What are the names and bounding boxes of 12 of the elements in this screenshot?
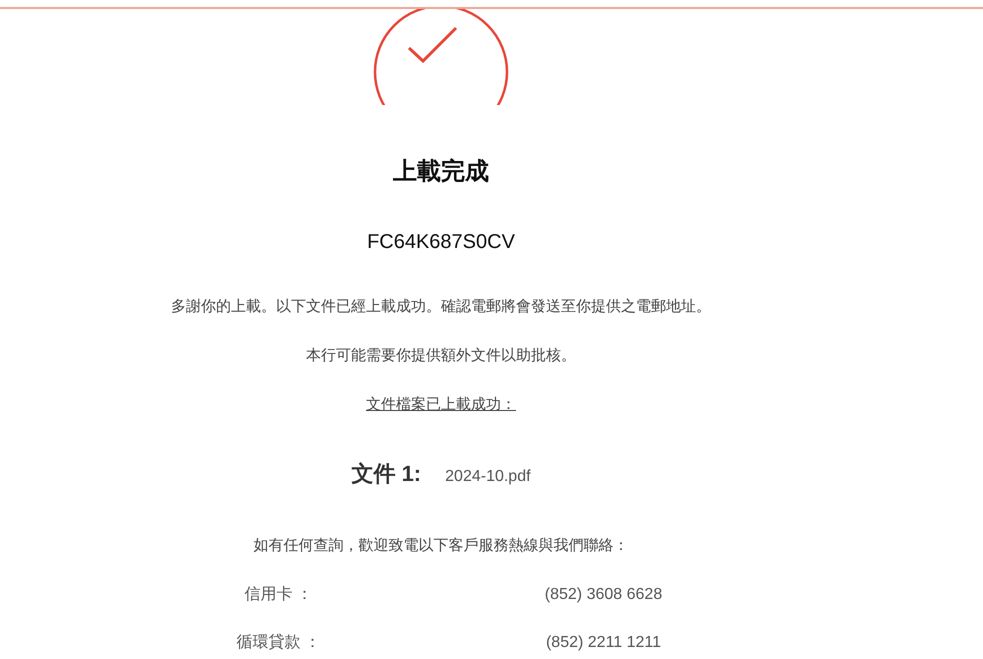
reference-number: FC64K687S0CV	[367, 230, 515, 255]
phone-number: (852) 2211 1211	[546, 634, 662, 651]
message-text: 多謝你的上載。以下文件已經上載成功。確認電郵將會發送至你提供之電郵地址。	[171, 297, 711, 317]
hotline-label: 信用卡 ：	[244, 586, 313, 603]
uploaded-heading: 文件檔案已上載成功：	[366, 396, 516, 413]
contact-text: 如有任何查詢，歡迎致電以下客戶服務熱線與我們聯絡：	[254, 536, 628, 556]
file-label: 文件 1:	[351, 460, 422, 488]
message-text: 本行可能需要你提供額外文件以助批核。	[306, 346, 576, 366]
file-name: 2024-10.pdf	[445, 468, 531, 486]
page-title: 上載完成	[393, 157, 489, 187]
phone-number: (852) 3608 6628	[544, 586, 662, 603]
hotline-label: 循環貸款 ：	[236, 634, 321, 651]
